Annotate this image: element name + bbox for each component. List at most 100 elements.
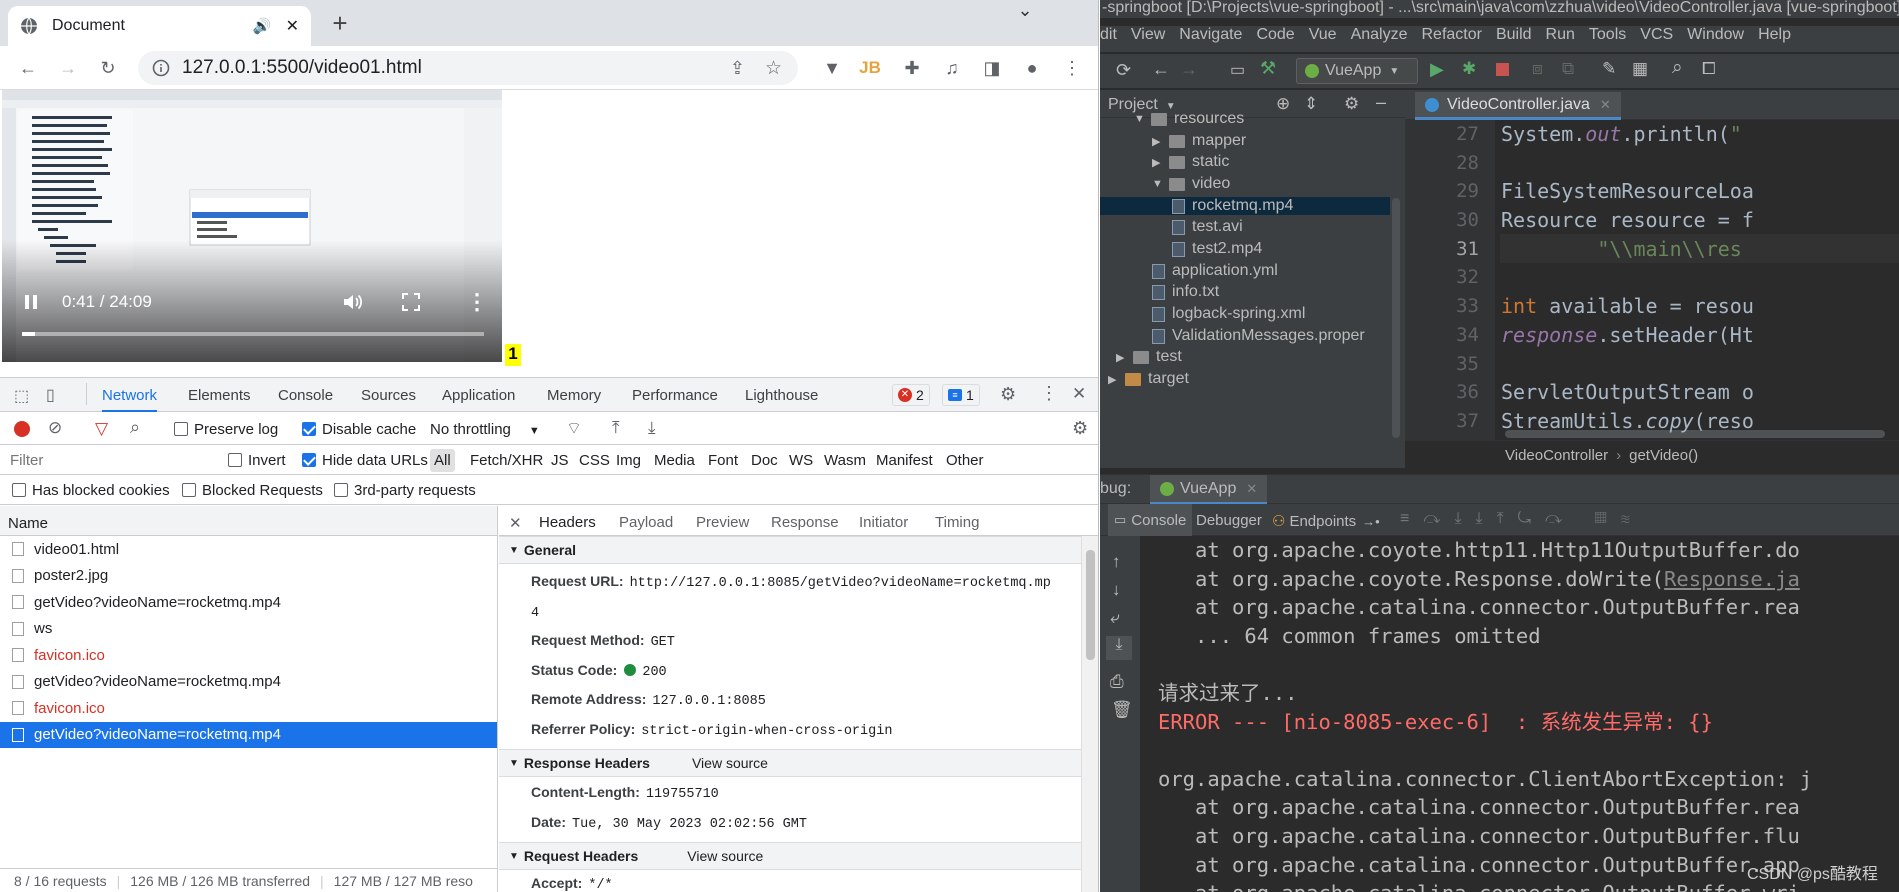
- devtools-more-icon[interactable]: ⋮: [1040, 383, 1058, 404]
- tab-lighthouse[interactable]: Lighthouse: [745, 387, 818, 404]
- tab-preview[interactable]: Preview: [696, 514, 749, 531]
- debug-session-tab[interactable]: VueApp ✕: [1150, 475, 1268, 505]
- profile-icon[interactable]: ⧉: [1562, 59, 1574, 79]
- tree-scrollbar[interactable]: [1392, 198, 1400, 438]
- request-row[interactable]: getVideo?videoName=rocketmq.mp4: [0, 669, 497, 696]
- devtools-close-icon[interactable]: ✕: [1072, 384, 1086, 404]
- tab-initiator[interactable]: Initiator: [859, 514, 908, 531]
- run-icon[interactable]: ▶: [1430, 59, 1444, 80]
- import-har-icon[interactable]: ⤒: [612, 418, 620, 438]
- type-filter-css[interactable]: CSS: [579, 452, 610, 469]
- devtools-settings-icon[interactable]: ⚙: [1000, 384, 1016, 405]
- request-row[interactable]: getVideo?videoName=rocketmq.mp4: [0, 589, 497, 616]
- type-filter-doc[interactable]: Doc: [751, 452, 778, 469]
- tree-item[interactable]: test.avi: [1172, 218, 1243, 236]
- tab-endpoints[interactable]: ⚇ Endpoints →•: [1272, 512, 1380, 531]
- expand-right-icon[interactable]: ▶: [1152, 156, 1162, 169]
- hide-data-urls-checkbox[interactable]: Hide data URLs: [302, 452, 428, 469]
- vue-devtools-icon[interactable]: ▼: [820, 56, 844, 80]
- menu-item[interactable]: Help: [1758, 26, 1791, 43]
- tab-elements[interactable]: Elements: [188, 387, 251, 404]
- coverage-icon[interactable]: ⧈: [1532, 59, 1543, 79]
- message-count-badge[interactable]: ≡ 1: [942, 384, 980, 406]
- back-icon[interactable]: ←: [1152, 59, 1170, 80]
- request-row[interactable]: favicon.ico: [0, 695, 497, 722]
- request-row[interactable]: video01.html: [0, 536, 497, 563]
- filter-icon[interactable]: ▽: [95, 419, 108, 439]
- share-icon[interactable]: ⇪: [730, 58, 745, 79]
- tree-item[interactable]: application.yml: [1152, 262, 1278, 280]
- settings-wrench-icon[interactable]: ✎: [1602, 59, 1616, 79]
- request-headers-section-header[interactable]: ▼ Request Headers View source: [499, 842, 1081, 870]
- network-conditions-icon[interactable]: ⌔: [566, 418, 582, 439]
- device-toolbar-icon[interactable]: ▯: [46, 385, 55, 405]
- tab-sources[interactable]: Sources: [361, 387, 416, 404]
- disable-cache-checkbox[interactable]: Disable cache: [302, 421, 416, 438]
- tab-timing[interactable]: Timing: [935, 514, 979, 531]
- filter-input[interactable]: [4, 449, 214, 471]
- menu-item[interactable]: Analyze: [1351, 26, 1408, 43]
- tab-debugger[interactable]: Debugger: [1196, 512, 1262, 529]
- tree-item[interactable]: info.txt: [1152, 283, 1219, 301]
- tab-memory[interactable]: Memory: [547, 387, 601, 404]
- name-column-header[interactable]: Name: [0, 506, 497, 536]
- type-filter-img[interactable]: Img: [616, 452, 641, 469]
- volume-icon[interactable]: [342, 292, 364, 312]
- tab-network[interactable]: Network: [102, 387, 158, 412]
- type-filter-js[interactable]: JS: [551, 452, 569, 469]
- tab-close-icon[interactable]: ✕: [286, 16, 299, 36]
- tree-item[interactable]: ▶ test: [1116, 348, 1182, 366]
- scroll-down-icon[interactable]: ↓: [1112, 580, 1121, 600]
- third-party-checkbox[interactable]: 3rd-party requests: [334, 482, 476, 499]
- tab-response[interactable]: Response: [771, 514, 839, 531]
- profile-avatar-icon[interactable]: ●: [1020, 56, 1044, 80]
- type-filter-manifest[interactable]: Manifest: [876, 452, 933, 469]
- menu-item[interactable]: Navigate: [1179, 26, 1242, 43]
- print-icon[interactable]: ⎙: [1110, 672, 1124, 692]
- back-icon[interactable]: ←: [16, 56, 40, 80]
- chrome-menu-icon[interactable]: ⋮: [1060, 56, 1084, 80]
- tree-item[interactable]: ▼ video: [1152, 175, 1230, 193]
- tree-item[interactable]: ▶ mapper: [1152, 132, 1246, 150]
- detail-scrollbar[interactable]: [1081, 536, 1098, 892]
- tab-search-icon[interactable]: ⌄: [1000, 0, 1050, 24]
- type-filter-wasm[interactable]: Wasm: [824, 452, 866, 469]
- type-filter-font[interactable]: Font: [708, 452, 738, 469]
- pause-icon[interactable]: [22, 293, 40, 311]
- side-panel-icon[interactable]: ◨: [980, 56, 1004, 80]
- menu-item[interactable]: Refactor: [1422, 26, 1482, 43]
- media-control-icon[interactable]: ♫: [940, 56, 964, 80]
- stop-icon[interactable]: [1496, 63, 1509, 76]
- general-section-header[interactable]: ▼ General: [499, 536, 1081, 564]
- new-tab-button[interactable]: +: [326, 10, 354, 38]
- request-row[interactable]: getVideo?videoName=rocketmq.mp4: [0, 721, 497, 748]
- view-source-link[interactable]: View source: [692, 755, 768, 771]
- detail-close-icon[interactable]: ✕: [509, 514, 522, 532]
- breadcrumb-class[interactable]: VideoController: [1505, 447, 1608, 464]
- tab-payload[interactable]: Payload: [619, 514, 673, 531]
- export-har-icon[interactable]: ⤓: [648, 418, 656, 438]
- blocked-cookies-checkbox[interactable]: Has blocked cookies: [12, 482, 170, 499]
- debug-bug-icon[interactable]: ✱: [1462, 59, 1476, 79]
- scroll-to-end-icon[interactable]: ⤓: [1106, 636, 1132, 660]
- step-controls-icon[interactable]: ≡⤼⤓⤓⤒⤿⤼ ▦≋: [1400, 510, 1644, 528]
- scrollbar-thumb[interactable]: [1086, 550, 1095, 660]
- editor-tab[interactable]: VideoController.java ✕: [1415, 92, 1621, 120]
- menu-item[interactable]: View: [1131, 26, 1165, 43]
- tab-application[interactable]: Application: [442, 387, 515, 404]
- tab-close-icon[interactable]: ✕: [1246, 481, 1257, 497]
- browser-tab[interactable]: Document 🔊 ✕: [8, 6, 311, 46]
- menu-item[interactable]: Build: [1496, 26, 1532, 43]
- type-filter-media[interactable]: Media: [654, 452, 695, 469]
- expand-right-icon[interactable]: ▶: [1116, 351, 1126, 364]
- tab-performance[interactable]: Performance: [632, 387, 718, 404]
- tab-console[interactable]: Console: [278, 387, 333, 404]
- recent-files-icon[interactable]: ▭: [1230, 60, 1245, 80]
- tree-item[interactable]: ValidationMessages.proper: [1152, 327, 1365, 345]
- reload-icon[interactable]: ↻: [96, 56, 120, 80]
- jetbrains-extension-icon[interactable]: JB: [858, 56, 882, 80]
- plugins-icon[interactable]: ⧠: [1702, 59, 1716, 79]
- menu-item[interactable]: Code: [1256, 26, 1294, 43]
- tab-close-icon[interactable]: ✕: [1600, 97, 1611, 113]
- build-hammer-icon[interactable]: ⚒: [1260, 58, 1276, 79]
